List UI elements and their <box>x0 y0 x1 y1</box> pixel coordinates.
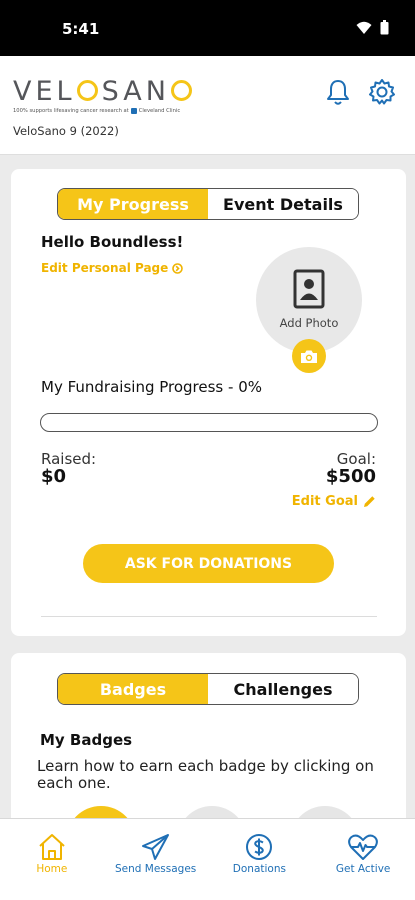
edit-personal-page-label: Edit Personal Page <box>41 261 169 275</box>
nav-get-active[interactable]: Get Active <box>311 819 415 900</box>
edit-goal-link[interactable]: Edit Goal <box>292 494 376 509</box>
badges-description: Learn how to earn each badge by clicking… <box>37 757 374 792</box>
id-card-icon <box>293 269 325 309</box>
pencil-icon <box>364 496 375 507</box>
greeting: Hello Boundless! <box>41 233 184 251</box>
tab-badges[interactable]: Badges <box>58 674 208 704</box>
raised-value: $0 <box>41 466 67 487</box>
edit-goal-label: Edit Goal <box>291 494 358 509</box>
edit-personal-page-link[interactable]: Edit Personal Page <box>41 261 184 275</box>
app-header: VEL SAN 100% supports lifesaving cancer r… <box>0 56 415 155</box>
progress-tabs: My Progress Event Details <box>57 188 359 220</box>
nav-donations[interactable]: Donations <box>208 819 312 900</box>
nav-get-active-label: Get Active <box>335 863 391 875</box>
cleveland-clinic-icon <box>130 108 137 114</box>
nav-home-label: Home <box>36 863 68 875</box>
badges-card: Badges Challenges My Badges Learn how to… <box>11 653 406 833</box>
add-photo-button[interactable]: Add Photo <box>256 247 362 353</box>
bottom-nav: Home Send Messages Donations Get Active <box>0 818 415 900</box>
gear-icon[interactable] <box>367 77 397 107</box>
paper-plane-icon <box>139 831 173 863</box>
status-bar: 5:41 <box>0 0 415 56</box>
nav-send-messages[interactable]: Send Messages <box>104 819 208 900</box>
tab-event-details[interactable]: Event Details <box>208 189 358 219</box>
nav-send-messages-label: Send Messages <box>114 863 197 875</box>
battery-icon <box>380 20 389 35</box>
logo-wordmark: VEL SAN <box>13 78 196 106</box>
tab-challenges[interactable]: Challenges <box>208 674 358 704</box>
wifi-icon <box>356 21 372 34</box>
heart-pulse-icon <box>346 831 380 863</box>
ask-for-donations-button[interactable]: ASK FOR DONATIONS <box>83 544 334 583</box>
bell-icon[interactable] <box>323 77 353 107</box>
my-badges-title: My Badges <box>40 731 133 749</box>
velosano-logo: VEL SAN 100% supports lifesaving cancer r… <box>13 78 196 114</box>
home-icon <box>35 831 69 863</box>
divider <box>41 616 377 617</box>
badges-tabs: Badges Challenges <box>57 673 359 705</box>
goal-value: $500 <box>325 466 376 487</box>
nav-donations-label: Donations <box>232 863 286 875</box>
status-time: 5:41 <box>62 20 100 38</box>
arrow-circle-icon <box>172 262 184 274</box>
fundraising-progress-title: My Fundraising Progress - 0% <box>41 378 262 396</box>
event-name: VeloSano 9 (2022) <box>13 124 119 138</box>
nav-home[interactable]: Home <box>0 819 104 900</box>
add-photo-label: Add Photo <box>279 316 339 330</box>
dollar-circle-icon <box>242 831 276 863</box>
progress-card: My Progress Event Details Hello Boundles… <box>11 169 406 636</box>
logo-tagline: 100% supports lifesaving cancer research… <box>13 108 181 114</box>
camera-icon[interactable] <box>292 339 326 373</box>
fundraising-progress-bar <box>40 413 378 432</box>
status-icons <box>356 20 389 35</box>
tab-my-progress[interactable]: My Progress <box>58 189 208 219</box>
